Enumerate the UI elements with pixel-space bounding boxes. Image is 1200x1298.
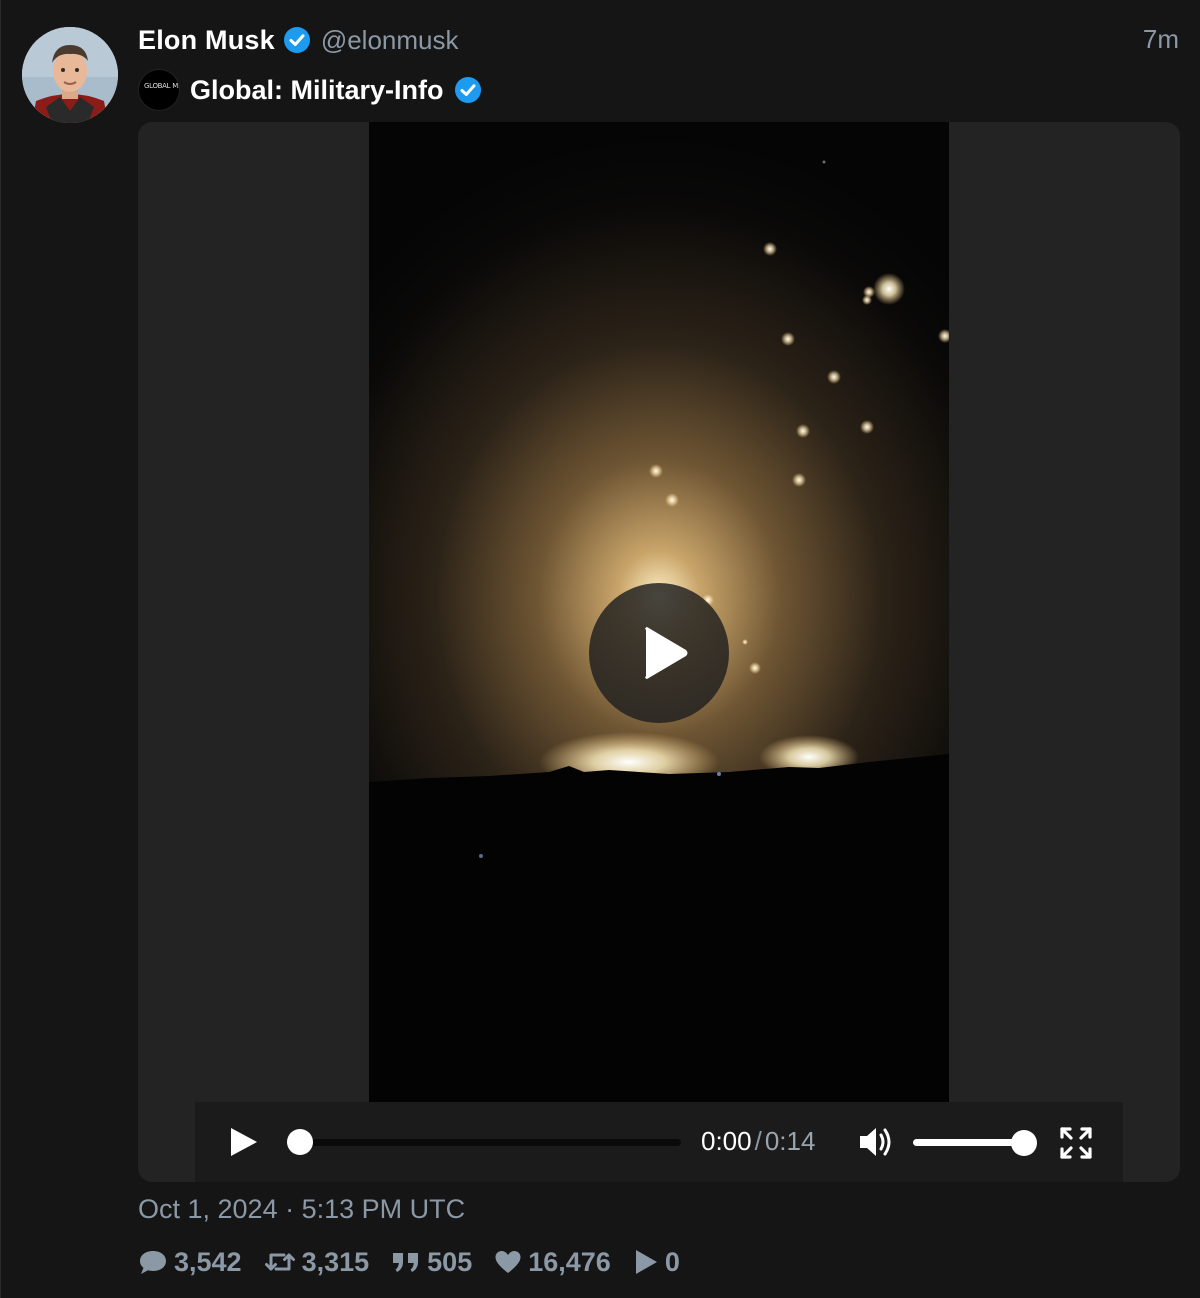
tweet-card: Elon Musk @elonmusk 7m GLOBAL MIL INFO G… [0, 0, 1200, 1298]
views-count: 0 [664, 1246, 680, 1277]
play-button[interactable] [225, 1124, 265, 1160]
play-icon [633, 1248, 659, 1276]
post-time-ago[interactable]: 7m [1143, 24, 1179, 55]
author-avatar[interactable] [22, 27, 118, 123]
volume-icon[interactable] [857, 1124, 895, 1160]
heart-icon [494, 1249, 522, 1275]
current-time: 0:00 [701, 1126, 752, 1156]
views-stat[interactable]: 0 [633, 1247, 680, 1278]
retweet-count: 3,315 [301, 1246, 370, 1277]
tweet-header: Elon Musk @elonmusk [138, 22, 459, 58]
comment-count: 3,542 [174, 1246, 242, 1277]
quoted-account-name[interactable]: Global: Military-Info [190, 75, 444, 106]
author-display-name[interactable]: Elon Musk [138, 25, 275, 56]
time-display: 0:00/0:14 [701, 1126, 815, 1157]
comment-icon [138, 1248, 168, 1276]
volume-knob[interactable] [1011, 1130, 1037, 1156]
progress-knob[interactable] [287, 1129, 313, 1155]
quote-icon [391, 1249, 421, 1275]
like-count: 16,476 [528, 1246, 611, 1277]
total-duration: 0:14 [764, 1126, 816, 1156]
quoted-account[interactable]: GLOBAL MIL INFO Global: Military-Info [138, 69, 482, 111]
video-controls: 0:00/0:14 [195, 1102, 1123, 1182]
progress-track [301, 1139, 681, 1146]
progress-bar[interactable] [287, 1129, 681, 1155]
quoted-account-avatar[interactable]: GLOBAL MIL INFO [138, 69, 180, 111]
comment-stat[interactable]: 3,542 [138, 1247, 242, 1278]
retweet-stat[interactable]: 3,315 [264, 1246, 370, 1278]
volume-fill [913, 1139, 1024, 1146]
play-overlay-button[interactable] [589, 583, 729, 723]
author-handle[interactable]: @elonmusk [321, 25, 459, 56]
post-date[interactable]: Oct 1, 2024 · 5:13 PM UTC [138, 1194, 465, 1225]
like-stat[interactable]: 16,476 [494, 1247, 611, 1278]
verified-badge-icon [283, 26, 311, 54]
quoted-avatar-logo: GLOBAL MIL INFO [144, 82, 180, 90]
time-separator: / [754, 1126, 762, 1156]
fullscreen-icon[interactable] [1059, 1126, 1093, 1160]
retweet-icon [264, 1249, 296, 1275]
volume-slider[interactable] [913, 1130, 1037, 1156]
quote-count: 505 [427, 1246, 473, 1277]
verified-badge-icon [454, 76, 482, 104]
quote-stat[interactable]: 505 [391, 1247, 472, 1278]
video-player[interactable]: 0:00/0:14 [138, 122, 1180, 1182]
tweet-stats: 3,542 3,315 505 16,476 0 [138, 1242, 702, 1282]
